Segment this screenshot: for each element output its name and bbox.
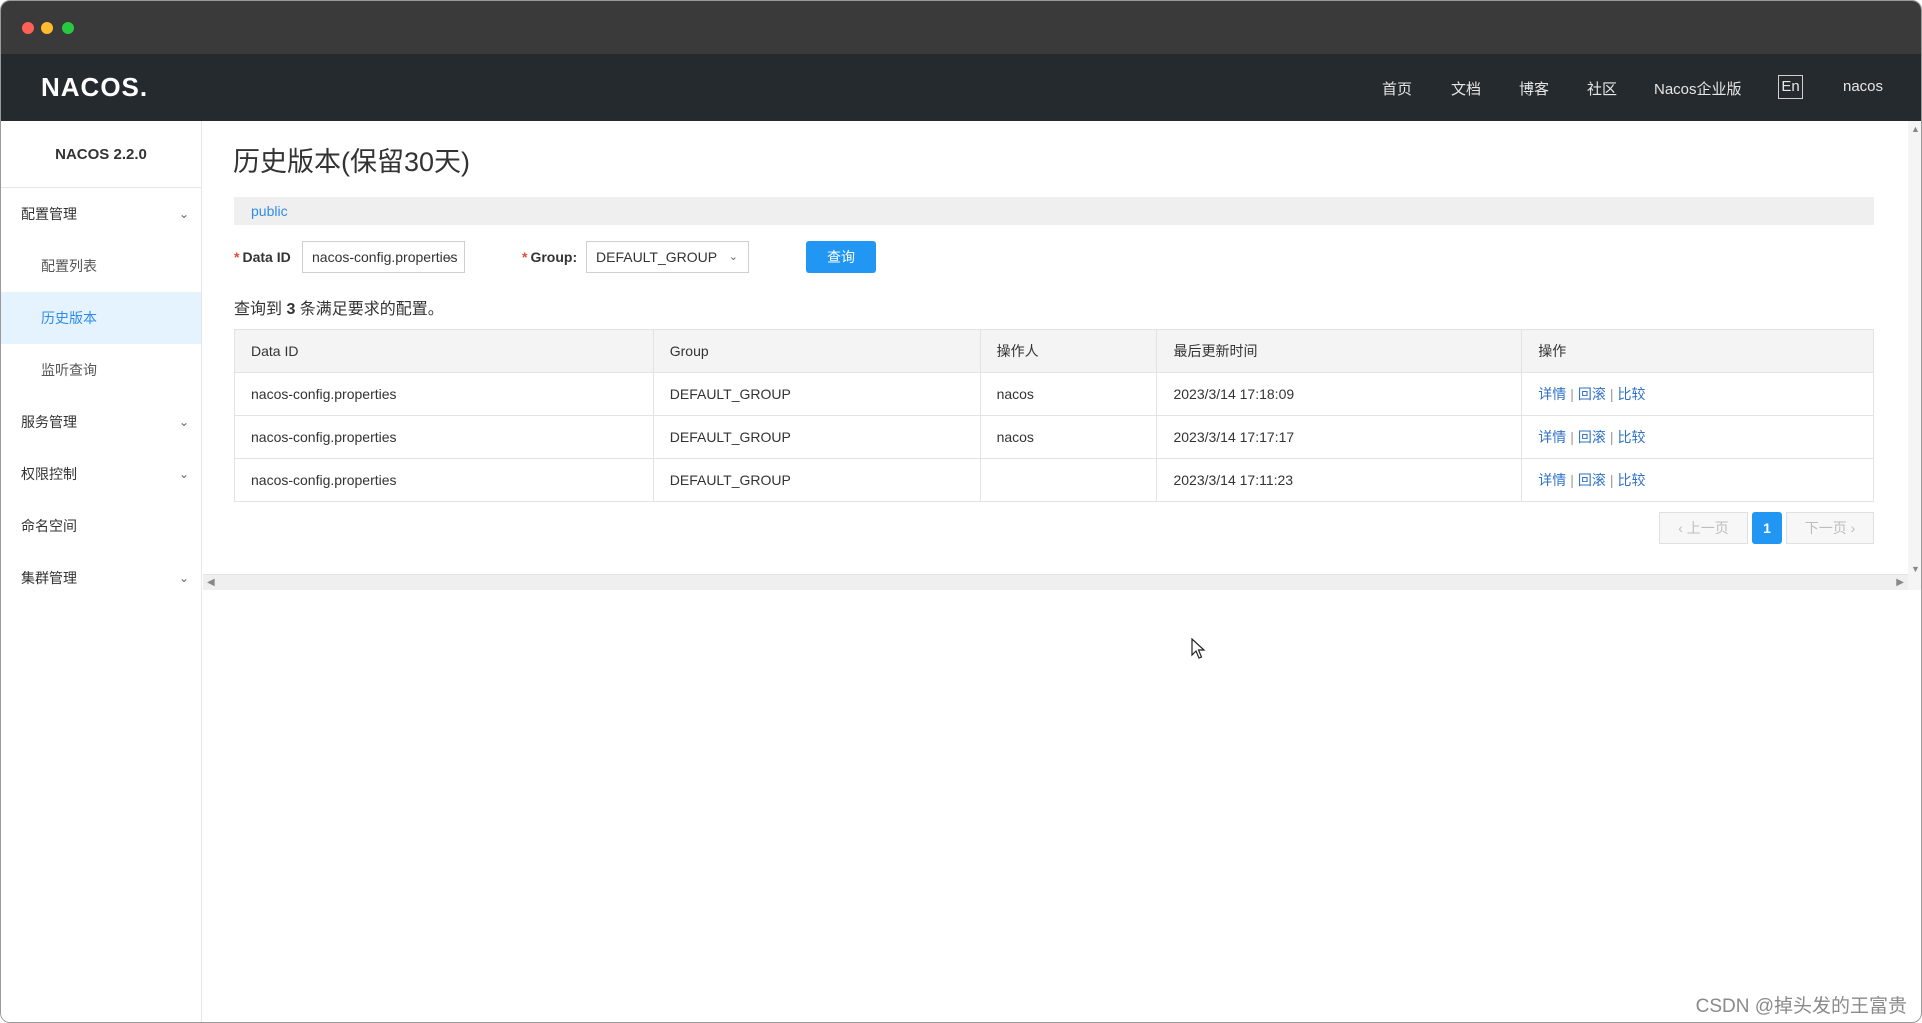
detail-link[interactable]: 详情 bbox=[1538, 429, 1566, 445]
sidebar-group-label: 权限控制 bbox=[21, 466, 77, 482]
result-summary: 查询到 3 条满足要求的配置。 bbox=[234, 301, 444, 318]
group-label: * Group: bbox=[522, 249, 578, 265]
detail-link[interactable]: 详情 bbox=[1538, 386, 1566, 402]
chevron-down-icon: ⌄ bbox=[178, 571, 189, 585]
sidebar-group-label: 命名空间 bbox=[21, 518, 77, 534]
sidebar: NACOS 2.2.0 配置管理 ⌄ 配置列表 历史版本 监听查询 服务管理 ⌄… bbox=[1, 121, 202, 1022]
scroll-down-icon[interactable]: ▼ bbox=[1911, 564, 1920, 574]
query-button[interactable]: 查询 bbox=[806, 241, 876, 273]
vertical-scrollbar[interactable]: ▲ ▼ bbox=[1908, 121, 1921, 590]
cell-operator: nacos bbox=[979, 372, 1158, 416]
sidebar-group-service[interactable]: 服务管理 ⌄ bbox=[1, 396, 201, 448]
scroll-right-icon[interactable]: ▶ bbox=[1896, 577, 1904, 588]
cell-operator: nacos bbox=[979, 415, 1158, 459]
scroll-left-icon[interactable]: ◀ bbox=[207, 577, 215, 588]
sidebar-group-label: 配置管理 bbox=[21, 206, 77, 222]
minimize-window-button[interactable] bbox=[41, 22, 53, 34]
app-window: NACOS. 首页 文档 博客 社区 Nacos企业版 En nacos NAC… bbox=[0, 0, 1922, 1023]
sidebar-group-config[interactable]: 配置管理 ⌄ bbox=[1, 188, 201, 240]
cell-actions: 详情 | 回滚 | 比较 bbox=[1521, 372, 1874, 416]
column-header: 操作 bbox=[1521, 329, 1874, 373]
cell-group: DEFAULT_GROUP bbox=[652, 458, 981, 502]
language-toggle-button[interactable]: En bbox=[1778, 75, 1803, 99]
sidebar-group-auth[interactable]: 权限控制 ⌄ bbox=[1, 448, 201, 500]
sidebar-group-label: 集群管理 bbox=[21, 570, 77, 586]
sidebar-item-history[interactable]: 历史版本 bbox=[1, 292, 201, 344]
cell-actions: 详情 | 回滚 | 比较 bbox=[1521, 458, 1874, 502]
chevron-down-icon: ⌄ bbox=[178, 467, 189, 481]
column-header: 最后更新时间 bbox=[1156, 329, 1523, 373]
nav-blog[interactable]: 博客 bbox=[1519, 78, 1549, 99]
top-navigation: NACOS. 首页 文档 博客 社区 Nacos企业版 En nacos bbox=[1, 54, 1921, 121]
table-row: nacos-config.properties DEFAULT_GROUP na… bbox=[234, 415, 1874, 459]
compare-link[interactable]: 比较 bbox=[1618, 429, 1646, 445]
cell-time: 2023/3/14 17:17:17 bbox=[1156, 415, 1523, 459]
rollback-link[interactable]: 回滚 bbox=[1578, 472, 1606, 488]
chevron-down-icon: ⌄ bbox=[728, 251, 738, 263]
column-header: Data ID bbox=[234, 329, 654, 373]
namespace-bar: public bbox=[234, 197, 1874, 225]
prev-page-button[interactable]: ‹ 上一页 bbox=[1659, 512, 1748, 544]
sidebar-item-config-list[interactable]: 配置列表 bbox=[1, 240, 201, 292]
nav-home[interactable]: 首页 bbox=[1382, 78, 1412, 99]
horizontal-scrollbar[interactable]: ◀ ▶ bbox=[203, 574, 1908, 590]
chevron-down-icon: ⌄ bbox=[444, 251, 454, 263]
data-id-label: * Data ID bbox=[234, 249, 291, 265]
version-label: NACOS 2.2.0 bbox=[1, 121, 201, 188]
table-row: nacos-config.properties DEFAULT_GROUP 20… bbox=[234, 458, 1874, 502]
cell-time: 2023/3/14 17:18:09 bbox=[1156, 372, 1523, 416]
data-id-select[interactable]: nacos-config.properties ⌄ bbox=[302, 241, 465, 273]
cell-data-id: nacos-config.properties bbox=[234, 415, 654, 459]
nav-docs[interactable]: 文档 bbox=[1451, 78, 1481, 99]
column-header: Group bbox=[652, 329, 981, 373]
namespace-tab-public[interactable]: public bbox=[251, 203, 288, 219]
chevron-down-icon: ⌄ bbox=[178, 207, 189, 221]
pagination: ‹ 上一页 1 下一页 › bbox=[203, 512, 1874, 544]
main-content: 历史版本(保留30天) public * Data ID nacos-config… bbox=[203, 121, 1908, 581]
close-window-button[interactable] bbox=[22, 22, 34, 34]
table-header-row: Data ID Group 操作人 最后更新时间 操作 bbox=[234, 329, 1874, 373]
page-1-button[interactable]: 1 bbox=[1752, 512, 1782, 544]
history-table: Data ID Group 操作人 最后更新时间 操作 nacos-config… bbox=[234, 329, 1874, 502]
column-header: 操作人 bbox=[979, 329, 1158, 373]
nav-community[interactable]: 社区 bbox=[1587, 78, 1617, 99]
scroll-up-icon[interactable]: ▲ bbox=[1911, 124, 1920, 134]
table-row: nacos-config.properties DEFAULT_GROUP na… bbox=[234, 372, 1874, 416]
user-menu[interactable]: nacos bbox=[1843, 78, 1883, 95]
nacos-logo[interactable]: NACOS. bbox=[41, 72, 148, 103]
cell-group: DEFAULT_GROUP bbox=[652, 415, 981, 459]
detail-link[interactable]: 详情 bbox=[1538, 472, 1566, 488]
next-page-button[interactable]: 下一页 › bbox=[1786, 512, 1874, 544]
compare-link[interactable]: 比较 bbox=[1618, 386, 1646, 402]
sidebar-group-cluster[interactable]: 集群管理 ⌄ bbox=[1, 552, 201, 604]
maximize-window-button[interactable] bbox=[62, 22, 74, 34]
cell-actions: 详情 | 回滚 | 比较 bbox=[1521, 415, 1874, 459]
compare-link[interactable]: 比较 bbox=[1618, 472, 1646, 488]
nav-enterprise[interactable]: Nacos企业版 bbox=[1654, 78, 1742, 99]
cell-time: 2023/3/14 17:11:23 bbox=[1156, 458, 1523, 502]
mouse-cursor-icon bbox=[1191, 638, 1206, 659]
group-select[interactable]: DEFAULT_GROUP ⌄ bbox=[586, 241, 749, 273]
sidebar-group-label: 服务管理 bbox=[21, 414, 77, 430]
cell-data-id: nacos-config.properties bbox=[234, 458, 654, 502]
cell-operator bbox=[979, 458, 1158, 502]
cell-group: DEFAULT_GROUP bbox=[652, 372, 981, 416]
window-titlebar bbox=[1, 1, 1921, 54]
rollback-link[interactable]: 回滚 bbox=[1578, 386, 1606, 402]
sidebar-item-namespace[interactable]: 命名空间 bbox=[1, 500, 201, 552]
search-form: * Data ID nacos-config.properties ⌄ * Grou… bbox=[234, 241, 1874, 273]
cell-data-id: nacos-config.properties bbox=[234, 372, 654, 416]
watermark: CSDN @掉头发的王富贵 bbox=[1695, 996, 1907, 1017]
sidebar-item-listen-query[interactable]: 监听查询 bbox=[1, 344, 201, 396]
chevron-down-icon: ⌄ bbox=[178, 415, 189, 429]
rollback-link[interactable]: 回滚 bbox=[1578, 429, 1606, 445]
page-title: 历史版本(保留30天) bbox=[233, 147, 471, 177]
